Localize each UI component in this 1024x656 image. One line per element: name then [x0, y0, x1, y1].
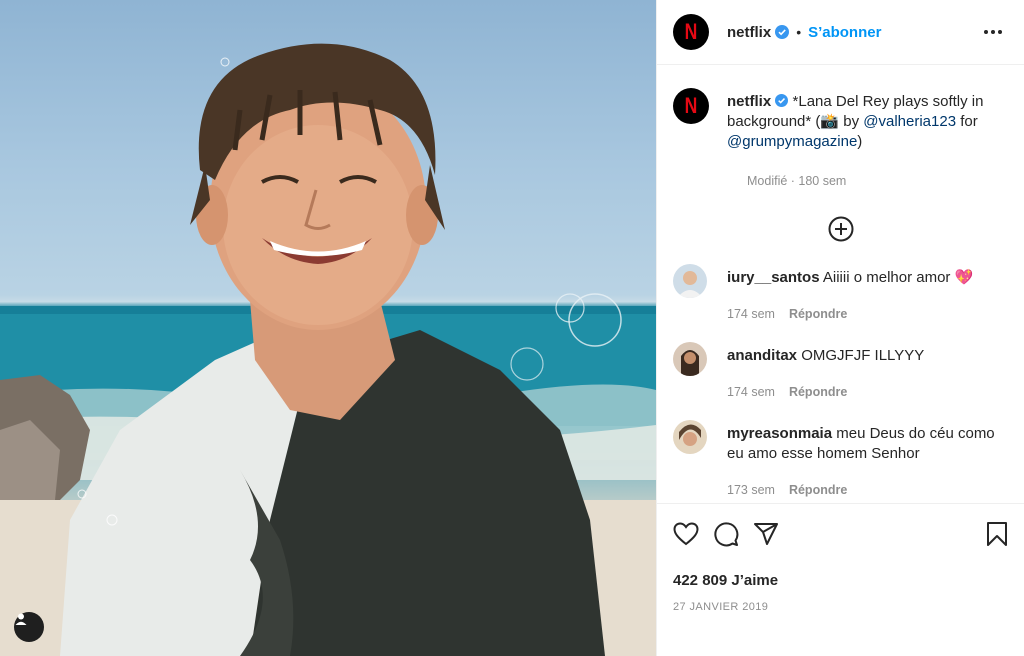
- post-caption: N netflix *Lana Del Rey plays softly in …: [673, 66, 1008, 152]
- heart-icon[interactable]: [673, 522, 699, 546]
- account-avatar[interactable]: N: [673, 14, 709, 50]
- comment-time: 174 sem: [727, 385, 775, 399]
- mention-link[interactable]: @valheria123: [863, 113, 956, 130]
- user-icon[interactable]: [14, 612, 44, 642]
- more-icon[interactable]: [978, 24, 1008, 40]
- commenter-avatar[interactable]: [673, 420, 707, 454]
- commenter-username[interactable]: myreasonmaia: [727, 425, 832, 442]
- likes-count[interactable]: 422 809 J’aime: [673, 572, 1008, 589]
- commenter-avatar[interactable]: [673, 264, 707, 298]
- reply-button[interactable]: Répondre: [789, 307, 847, 321]
- plus-circle-icon[interactable]: [828, 216, 854, 242]
- caption-meta: Modifié · 180 sem: [747, 174, 847, 188]
- share-icon[interactable]: [753, 522, 779, 546]
- caption-body: for: [956, 113, 978, 130]
- comment-text: Aiiiii o melhor amor 💖: [822, 269, 974, 286]
- comment-time: 174 sem: [727, 307, 775, 321]
- mention-link[interactable]: @grumpymagazine: [727, 133, 857, 150]
- comment-text: OMGJFJF ILLYYY: [801, 347, 925, 364]
- reply-button[interactable]: Répondre: [789, 385, 847, 399]
- caption-text: netflix *Lana Del Rey plays softly in ba…: [727, 92, 1008, 152]
- commenter-username[interactable]: ananditax: [727, 347, 797, 364]
- post-date[interactable]: 27 JANVIER 2019: [673, 601, 1008, 613]
- reply-button[interactable]: Répondre: [789, 483, 847, 497]
- follow-button[interactable]: S’abonner: [808, 24, 881, 41]
- post-photo[interactable]: [0, 0, 656, 656]
- comment-time: 173 sem: [727, 483, 775, 497]
- post-header: N netflix • S’abonner: [657, 0, 1024, 65]
- bookmark-icon[interactable]: [986, 521, 1008, 547]
- commenter-avatar[interactable]: [673, 342, 707, 376]
- separator-dot: •: [796, 24, 802, 40]
- caption-username[interactable]: netflix: [727, 93, 771, 110]
- comment-item: myreasonmaia meu Deus do céu como eu amo…: [673, 420, 1008, 500]
- verified-badge-icon: [775, 25, 790, 39]
- comment-icon[interactable]: [713, 521, 739, 547]
- caption-avatar[interactable]: N: [673, 88, 709, 124]
- account-username[interactable]: netflix: [727, 24, 771, 41]
- caption-body: ): [857, 133, 863, 150]
- post-actions: 422 809 J’aime 27 JANVIER 2019: [657, 503, 1024, 613]
- photo-illustration: [0, 43, 656, 656]
- commenter-username[interactable]: iury__santos: [727, 269, 820, 286]
- verified-badge-icon: [775, 94, 789, 107]
- comment-item: ananditax OMGJFJF ILLYYY 174 sem Répondre: [673, 342, 1008, 402]
- comment-item: iury__santos Aiiiii o melhor amor 💖 174 …: [673, 264, 1008, 324]
- post-side-panel: N netflix • S’abonner N netflix *Lana De…: [656, 0, 1024, 656]
- comments-section[interactable]: N netflix *Lana Del Rey plays softly in …: [657, 66, 1024, 500]
